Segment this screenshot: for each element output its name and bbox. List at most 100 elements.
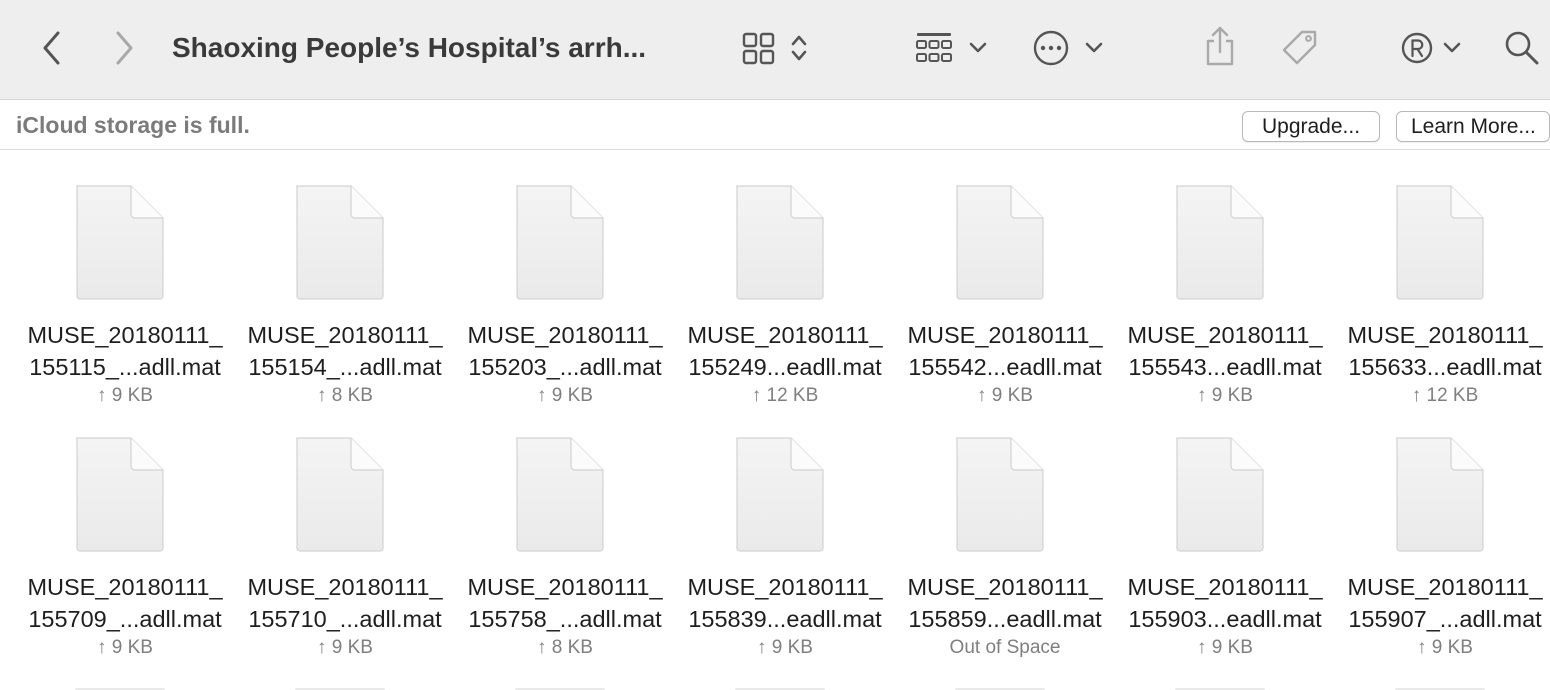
file-name-line-2: 155203_...adll.mat xyxy=(468,354,662,380)
document-icon xyxy=(1176,437,1264,552)
file-name-line-2: 155859...eadll.mat xyxy=(908,606,1102,632)
file-item[interactable]: MUSE_20180111_ 155115_...adll.mat ↑ 9 KB xyxy=(17,151,233,406)
tag-button[interactable] xyxy=(1278,26,1322,70)
registered-icon xyxy=(1401,32,1433,64)
file-name: MUSE_20180111_ 155203_...adll.mat xyxy=(457,319,673,383)
file-grid: MUSE_20180111_ 155115_...adll.mat ↑ 9 KB MU… xyxy=(0,151,1550,690)
chevron-down-icon xyxy=(1443,42,1461,53)
group-by-icon xyxy=(916,33,952,62)
file-name-line-2: 155907_...adll.mat xyxy=(1348,606,1542,632)
document-icon xyxy=(1396,437,1484,552)
file-name: MUSE_20180111_ 155249...eadll.mat xyxy=(677,319,893,383)
storage-full-message: iCloud storage is full. xyxy=(16,112,250,138)
file-name: MUSE_20180111_ 155115_...adll.mat xyxy=(17,319,233,383)
upload-status: ↑ 9 KB xyxy=(757,637,813,658)
document-icon xyxy=(1176,185,1264,300)
document-icon xyxy=(956,185,1044,300)
chevron-right-icon xyxy=(116,31,133,65)
file-name-line-1: MUSE_20180111_ xyxy=(27,322,223,348)
document-icon xyxy=(76,437,164,552)
file-name-line-1: MUSE_20180111_ xyxy=(1127,322,1323,348)
file-item[interactable]: MUSE_20180111_ 155203_...adll.mat ↑ 9 KB xyxy=(457,151,673,406)
more-actions-icon xyxy=(1033,30,1069,66)
file-name-line-1: MUSE_20180111_ xyxy=(1127,574,1323,600)
file-item[interactable]: MUSE_20180111_ 155709_...adll.mat ↑ 9 KB xyxy=(17,403,233,658)
document-icon xyxy=(736,185,824,300)
file-name-line-1: MUSE_20180111_ xyxy=(27,574,223,600)
upload-status: ↑ 9 KB xyxy=(317,637,373,658)
more-actions-button[interactable] xyxy=(1032,28,1104,68)
tag-icon xyxy=(1282,30,1317,65)
icloud-storage-banner: iCloud storage is full. Upgrade... Learn… xyxy=(0,101,1550,150)
file-item[interactable]: MUSE_20180111_ 155758_...adll.mat ↑ 8 KB xyxy=(457,403,673,658)
file-item[interactable]: MUSE_20180111_ 155543...eadll.mat ↑ 9 KB xyxy=(1117,151,1333,406)
file-item[interactable]: MUSE_20180111_ 155907_...adll.mat ↑ 9 KB xyxy=(1337,403,1550,658)
profile-menu-button[interactable] xyxy=(1398,28,1464,68)
file-name-line-2: 155543...eadll.mat xyxy=(1128,354,1322,380)
share-icon xyxy=(1206,26,1234,66)
learn-more-button[interactable]: Learn More... xyxy=(1396,111,1550,142)
document-icon xyxy=(1396,185,1484,300)
file-item[interactable]: MUSE_20180111_ 155859...eadll.mat Out of S… xyxy=(897,403,1113,658)
file-item[interactable]: MUSE_20180111_ 155710_...adll.mat ↑ 9 KB xyxy=(237,403,453,658)
group-by-button[interactable] xyxy=(912,28,990,68)
forward-button[interactable] xyxy=(106,28,142,68)
document-icon xyxy=(76,185,164,300)
document-icon xyxy=(956,437,1044,552)
file-item[interactable]: MUSE_20180111_ 155633...eadll.mat ↑ 12 KB xyxy=(1337,151,1550,406)
document-icon xyxy=(516,185,604,300)
share-button[interactable] xyxy=(1200,24,1240,68)
file-name: MUSE_20180111_ 155633...eadll.mat xyxy=(1337,319,1550,383)
file-name-line-1: MUSE_20180111_ xyxy=(247,322,443,348)
chevron-updown-icon xyxy=(791,35,807,61)
search-icon xyxy=(1505,31,1539,65)
grid-view-icon xyxy=(742,32,775,65)
file-name: MUSE_20180111_ 155903...eadll.mat xyxy=(1117,571,1333,635)
file-item[interactable]: MUSE_20180111_ 155542...eadll.mat ↑ 9 KB xyxy=(897,151,1113,406)
chevron-down-icon xyxy=(1085,42,1103,53)
file-name-line-1: MUSE_20180111_ xyxy=(907,574,1103,600)
file-name: MUSE_20180111_ 155758_...adll.mat xyxy=(457,571,673,635)
finder-toolbar: Shaoxing People’s Hospital’s arrh... xyxy=(0,0,1550,100)
upload-status: ↑ 8 KB xyxy=(537,637,593,658)
file-name-line-1: MUSE_20180111_ xyxy=(467,322,663,348)
file-name-line-2: 155542...eadll.mat xyxy=(908,354,1102,380)
file-name: MUSE_20180111_ 155543...eadll.mat xyxy=(1117,319,1333,383)
file-name: MUSE_20180111_ 155907_...adll.mat xyxy=(1337,571,1550,635)
search-button[interactable] xyxy=(1502,28,1542,68)
file-name-line-2: 155710_...adll.mat xyxy=(248,606,442,632)
file-name-line-1: MUSE_20180111_ xyxy=(467,574,663,600)
chevron-down-icon xyxy=(969,42,987,53)
document-icon xyxy=(516,437,604,552)
file-name-line-2: 155758_...adll.mat xyxy=(468,606,662,632)
file-item[interactable]: MUSE_20180111_ 155154_...adll.mat ↑ 8 KB xyxy=(237,151,453,406)
file-name-line-2: 155154_...adll.mat xyxy=(248,354,442,380)
file-name-line-2: 155709_...adll.mat xyxy=(28,606,222,632)
file-item[interactable]: MUSE_20180111_ 155903...eadll.mat ↑ 9 KB xyxy=(1117,403,1333,658)
file-item[interactable]: MUSE_20180111_ 155839...eadll.mat ↑ 9 KB xyxy=(677,403,893,658)
file-name-line-1: MUSE_20180111_ xyxy=(687,322,883,348)
file-name: MUSE_20180111_ 155839...eadll.mat xyxy=(677,571,893,635)
back-button[interactable] xyxy=(34,28,70,68)
document-icon xyxy=(296,437,384,552)
view-mode-button[interactable] xyxy=(738,28,812,68)
upload-status: ↑ 9 KB xyxy=(1417,637,1473,658)
file-name: MUSE_20180111_ 155710_...adll.mat xyxy=(237,571,453,635)
file-name-line-1: MUSE_20180111_ xyxy=(1347,322,1543,348)
file-name-line-2: 155633...eadll.mat xyxy=(1348,354,1542,380)
upgrade-button[interactable]: Upgrade... xyxy=(1242,111,1380,142)
chevron-left-icon xyxy=(43,31,60,65)
file-name-line-1: MUSE_20180111_ xyxy=(907,322,1103,348)
file-name-line-2: 155115_...adll.mat xyxy=(29,354,221,380)
upload-status: Out of Space xyxy=(949,637,1061,658)
document-icon xyxy=(296,185,384,300)
file-name-line-2: 155903...eadll.mat xyxy=(1128,606,1322,632)
file-name-line-2: 155839...eadll.mat xyxy=(688,606,882,632)
file-name-line-1: MUSE_20180111_ xyxy=(687,574,883,600)
file-name: MUSE_20180111_ 155154_...adll.mat xyxy=(237,319,453,383)
file-name: MUSE_20180111_ 155709_...adll.mat xyxy=(17,571,233,635)
file-item[interactable]: MUSE_20180111_ 155249...eadll.mat ↑ 12 KB xyxy=(677,151,893,406)
upload-status: ↑ 9 KB xyxy=(1197,637,1253,658)
window-title: Shaoxing People’s Hospital’s arrh... xyxy=(172,32,647,63)
upload-status: ↑ 9 KB xyxy=(97,637,153,658)
